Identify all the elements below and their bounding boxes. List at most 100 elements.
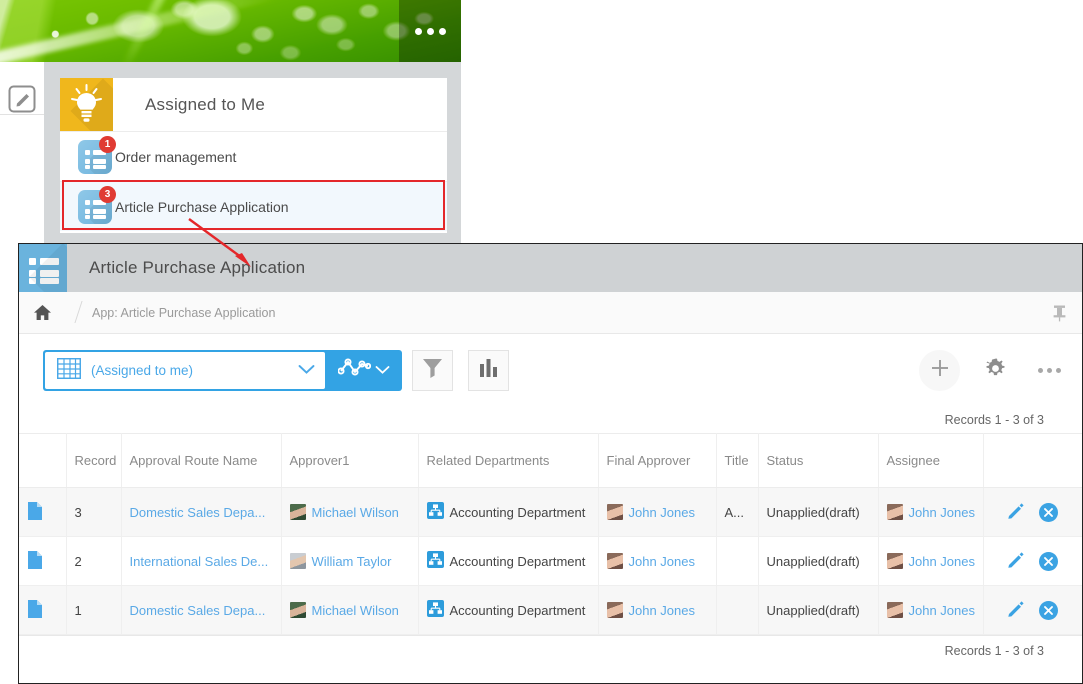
cell-approval-route-name[interactable]: Domestic Sales Depa... — [121, 586, 281, 635]
banner-overflow-menu-icon[interactable] — [399, 0, 461, 62]
app-list-icon: 1 — [78, 140, 112, 174]
app-list-icon — [19, 244, 67, 292]
document-icon[interactable] — [27, 501, 58, 524]
avatar — [607, 504, 623, 520]
dot — [1056, 368, 1061, 373]
edit-square-icon[interactable] — [7, 84, 37, 119]
breadcrumb-separator — [66, 292, 80, 333]
selection-highlight-box — [62, 180, 445, 230]
cell-approval-route-name[interactable]: International Sales De... — [121, 537, 281, 586]
route-link[interactable]: International Sales De... — [130, 554, 269, 569]
portal-left-rail — [0, 62, 44, 243]
view-selector-label: (Assigned to me) — [81, 363, 298, 378]
cell-approver1: Michael Wilson — [281, 586, 418, 635]
cell-related-departments: Accounting Department — [418, 488, 598, 537]
cell-final-approver: John Jones — [598, 586, 716, 635]
column-header-status[interactable]: Status — [758, 434, 878, 488]
assignee-link[interactable]: John Jones — [909, 505, 976, 520]
bullet — [29, 258, 36, 265]
approver-link[interactable]: Michael Wilson — [312, 505, 399, 520]
document-icon[interactable] — [27, 599, 58, 622]
widget-item-order-management[interactable]: 1 Order management — [60, 131, 447, 181]
cell-title: A... — [716, 488, 758, 537]
line — [40, 278, 59, 284]
chevron-down-icon[interactable] — [375, 362, 390, 380]
portal-background: Assigned to Me 1 Order management — [0, 0, 461, 243]
column-header-final-approver[interactable]: Final Approver — [598, 434, 716, 488]
view-selector[interactable]: (Assigned to me) — [43, 350, 402, 391]
close-circle-icon[interactable] — [1039, 552, 1058, 571]
table-row[interactable]: 1 Domestic Sales Depa... Michael Wilson … — [19, 586, 1082, 635]
plus-icon — [929, 357, 951, 384]
line — [93, 159, 106, 164]
column-header-related-departments[interactable]: Related Departments — [418, 434, 598, 488]
table-row[interactable]: 3 Domestic Sales Depa... Michael Wilson … — [19, 488, 1082, 537]
cell-record: 3 — [66, 488, 121, 537]
avatar — [887, 553, 903, 569]
avatar — [290, 602, 306, 618]
records-count-bottom: Records 1 - 3 of 3 — [945, 644, 1044, 658]
route-link[interactable]: Domestic Sales Depa... — [130, 603, 266, 618]
leaf-photo-background — [0, 0, 461, 62]
settings-button[interactable] — [975, 350, 1016, 391]
table-footer: Records 1 - 3 of 3 — [19, 635, 1082, 670]
chart-button[interactable] — [468, 350, 509, 391]
view-graph-toggle[interactable] — [325, 350, 402, 391]
cell-actions — [983, 488, 1082, 537]
close-circle-icon[interactable] — [1039, 503, 1058, 522]
column-header-approver1[interactable]: Approver1 — [281, 434, 418, 488]
avatar — [887, 602, 903, 618]
cell-assignee: John Jones — [878, 586, 983, 635]
breadcrumb-text[interactable]: App: Article Purchase Application — [80, 306, 275, 320]
cell-assignee: John Jones — [878, 537, 983, 586]
cell-open-record[interactable] — [19, 586, 66, 635]
bullet — [85, 165, 90, 169]
cell-open-record[interactable] — [19, 488, 66, 537]
cell-actions — [983, 586, 1082, 635]
cell-open-record[interactable] — [19, 537, 66, 586]
add-record-button[interactable] — [919, 350, 960, 391]
line — [40, 258, 59, 265]
portal-banner — [0, 0, 461, 62]
column-header-assignee[interactable]: Assignee — [878, 434, 983, 488]
close-circle-icon[interactable] — [1039, 601, 1058, 620]
view-selector-field[interactable]: (Assigned to me) — [45, 352, 325, 389]
column-header-icon[interactable] — [19, 434, 66, 488]
cell-approver1: Michael Wilson — [281, 488, 418, 537]
table-row[interactable]: 2 International Sales De... William Tayl… — [19, 537, 1082, 586]
column-header-record[interactable]: Record — [66, 434, 121, 488]
widget-title: Assigned to Me — [113, 95, 265, 115]
document-icon[interactable] — [27, 550, 58, 573]
cell-approval-route-name[interactable]: Domestic Sales Depa... — [121, 488, 281, 537]
column-header-approval-route-name[interactable]: Approval Route Name — [121, 434, 281, 488]
pin-icon[interactable] — [1051, 304, 1068, 327]
widget-header: Assigned to Me — [60, 78, 447, 131]
pencil-edit-icon[interactable] — [1007, 600, 1025, 621]
chevron-down-icon[interactable] — [298, 362, 315, 380]
home-icon[interactable] — [19, 303, 66, 322]
bullet — [85, 159, 90, 164]
assignee-link[interactable]: John Jones — [909, 554, 976, 569]
bullet — [85, 150, 90, 155]
route-link[interactable]: Domestic Sales Depa... — [130, 505, 266, 520]
final-approver-link[interactable]: John Jones — [629, 505, 696, 520]
cell-title — [716, 537, 758, 586]
approver-link[interactable]: William Taylor — [312, 554, 392, 569]
final-approver-link[interactable]: John Jones — [629, 554, 696, 569]
approver-link[interactable]: Michael Wilson — [312, 603, 399, 618]
page-title: Article Purchase Application — [67, 258, 305, 278]
final-approver-link[interactable]: John Jones — [629, 603, 696, 618]
dot — [1047, 368, 1052, 373]
more-options-button[interactable] — [1029, 350, 1070, 391]
pencil-edit-icon[interactable] — [1007, 502, 1025, 523]
column-header-title[interactable]: Title — [716, 434, 758, 488]
dot — [1038, 368, 1043, 373]
cell-status: Unapplied(draft) — [758, 586, 878, 635]
dot — [427, 28, 434, 35]
assignee-link[interactable]: John Jones — [909, 603, 976, 618]
filter-button[interactable] — [412, 350, 453, 391]
avatar — [290, 553, 306, 569]
application-window: Article Purchase Application App: Articl… — [18, 243, 1083, 684]
cell-record: 1 — [66, 586, 121, 635]
pencil-edit-icon[interactable] — [1007, 551, 1025, 572]
